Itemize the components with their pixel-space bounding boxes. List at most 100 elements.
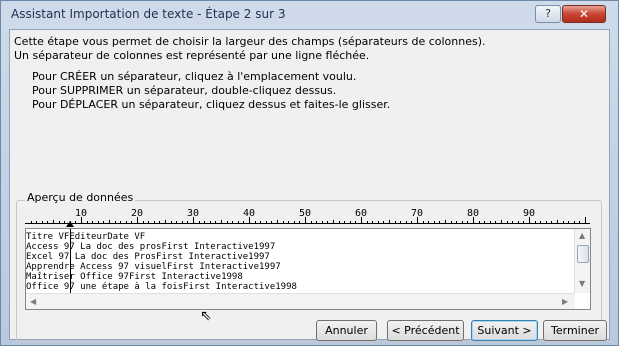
ruler-tick (439, 221, 441, 223)
ruler-tick (310, 221, 312, 223)
ruler-tick (277, 220, 278, 223)
next-button[interactable]: Suivant > (471, 320, 538, 341)
ruler-number: 80 (467, 208, 480, 219)
horizontal-scrollbar[interactable]: ◀ ▶ (26, 293, 575, 309)
scroll-right-icon[interactable]: ▶ (562, 297, 568, 306)
ruler-number: 70 (411, 208, 424, 219)
preview-line: Office 97 une étape à la foisFirst Inter… (26, 282, 297, 292)
ruler-tick (209, 221, 211, 223)
ruler-tick (114, 221, 116, 223)
ruler-tick (540, 221, 542, 223)
finish-button[interactable]: Terminer (543, 320, 607, 341)
ruler-tick (383, 221, 385, 223)
ruler-tick (573, 221, 575, 223)
ruler-tick (501, 220, 502, 223)
instruction-delete: Pour SUPPRIMER un séparateur, double-cli… (32, 84, 337, 97)
ruler-tick (165, 220, 166, 223)
column-ruler[interactable]: 10 20 30 40 50 60 70 80 90 (25, 208, 590, 230)
ruler-tick (400, 221, 402, 223)
ruler-tick (97, 221, 99, 223)
ruler-tick (394, 221, 396, 223)
ruler-tick (389, 220, 390, 223)
ruler-tick (142, 221, 144, 223)
ruler-tick (512, 221, 514, 223)
ruler-tick (204, 221, 206, 223)
ruler-tick (226, 221, 228, 223)
ruler-tick (534, 221, 536, 223)
instruction-create: Pour CRÉER un séparateur, cliquez à l'em… (32, 70, 357, 83)
ruler-number: 50 (299, 208, 312, 219)
ruler-tick (86, 221, 88, 223)
help-button[interactable]: ? (535, 5, 561, 23)
ruler-tick (75, 221, 77, 223)
ruler-tick (568, 221, 570, 223)
vertical-scroll-thumb[interactable] (577, 245, 589, 263)
ruler-tick (316, 221, 318, 223)
ruler-tick (484, 221, 486, 223)
ruler-tick (372, 221, 374, 223)
ruler-tick (557, 220, 558, 223)
ruler-tick (131, 221, 133, 223)
ruler-tick (265, 221, 267, 223)
ruler-tick (288, 221, 290, 223)
close-button[interactable]: ✕ (562, 5, 606, 23)
title-bar: Assistant Importation de texte - Étape 2… (1, 1, 618, 29)
intro-line-2: Un séparateur de colonnes est représenté… (14, 49, 370, 62)
ruler-tick (579, 221, 581, 223)
ruler-tick (445, 220, 446, 223)
ruler-number: 40 (243, 208, 256, 219)
ruler-tick (293, 221, 295, 223)
ruler-tick (103, 221, 105, 223)
dialog-body: Cette étape vous permet de choisir la la… (9, 29, 610, 342)
ruler-tick (148, 221, 150, 223)
ruler-tick (215, 221, 217, 223)
ruler-tick (237, 221, 239, 223)
scroll-up-icon[interactable]: ▲ (579, 231, 585, 240)
ruler-tick (198, 221, 200, 223)
ruler-tick (327, 221, 329, 223)
ruler-tick (495, 221, 497, 223)
scroll-left-icon[interactable]: ◀ (30, 297, 36, 306)
instruction-move: Pour DÉPLACER un séparateur, cliquez des… (32, 98, 391, 111)
ruler-tick (433, 221, 435, 223)
ruler-tick (461, 221, 463, 223)
ruler-tick (428, 221, 430, 223)
preview-line: Maîtriser Office 97First Interactive1998 (26, 272, 243, 282)
data-preview-label: Aperçu de données (25, 191, 136, 204)
ruler-tick (506, 221, 508, 223)
ruler-tick (545, 221, 547, 223)
ruler-tick (333, 220, 334, 223)
ruler-tick (585, 217, 586, 223)
vertical-scrollbar[interactable]: ▲ ▼ (574, 229, 590, 293)
ruler-tick (120, 221, 122, 223)
ruler-tick (478, 221, 480, 223)
ruler-tick (36, 221, 38, 223)
ruler-tick (489, 221, 491, 223)
ruler-tick (176, 221, 178, 223)
ruler-tick (349, 221, 351, 223)
window-title: Assistant Importation de texte - Étape 2… (11, 7, 286, 21)
ruler-tick (366, 221, 368, 223)
data-preview-pane[interactable]: Titre VFEditeurDate VF Access 97 La doc … (25, 228, 591, 310)
ruler-tick (254, 221, 256, 223)
previous-button[interactable]: < Précédent (387, 320, 464, 341)
column-separator-arrow-icon[interactable] (66, 221, 74, 227)
ruler-tick (181, 221, 183, 223)
ruler-tick (517, 221, 519, 223)
ruler-tick (221, 220, 222, 223)
mouse-pointer-icon: ⇖ (200, 308, 212, 324)
preview-line: Apprendre Access 97 visuelFirst Interact… (26, 262, 281, 272)
scroll-down-icon[interactable]: ▼ (579, 279, 585, 288)
ruler-tick (187, 221, 189, 223)
ruler-tick (109, 220, 110, 223)
ruler-tick (456, 221, 458, 223)
ruler-number: 90 (523, 208, 536, 219)
ruler-tick (159, 221, 161, 223)
cancel-button[interactable]: Annuler (316, 320, 377, 341)
ruler-tick (338, 221, 340, 223)
ruler-tick (405, 221, 407, 223)
ruler-tick (271, 221, 273, 223)
preview-line: Titre VFEditeurDate VF (26, 232, 146, 242)
ruler-baseline (25, 223, 590, 224)
ruler-tick (467, 221, 469, 223)
